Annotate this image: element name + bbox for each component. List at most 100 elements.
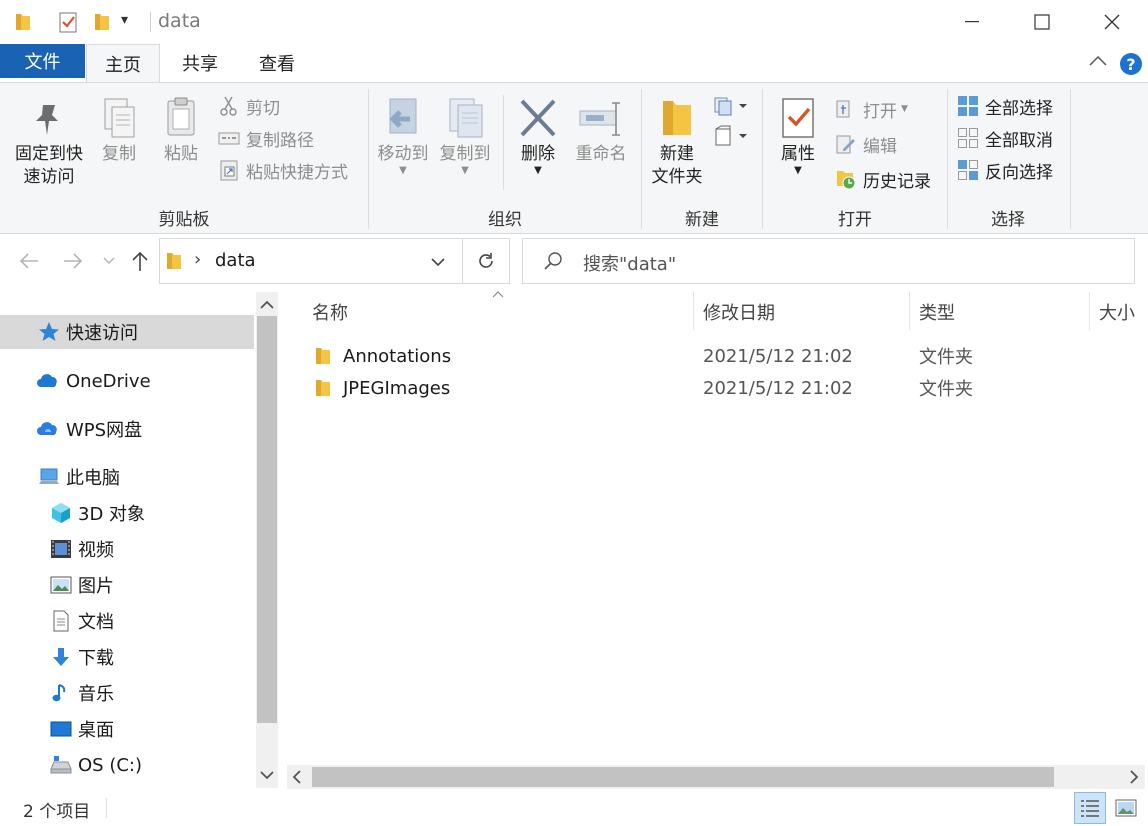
search-box[interactable]: 搜索"data"	[522, 238, 1135, 284]
cube-icon	[52, 503, 70, 523]
item-count: 2 个项目	[23, 802, 91, 822]
file-list-horizontal-scrollbar[interactable]	[287, 765, 1145, 789]
help-button[interactable]: ?	[1119, 52, 1143, 76]
copy-path-button[interactable]: 复制路径	[218, 124, 314, 152]
close-icon	[1104, 14, 1120, 30]
properties-quick-icon[interactable]	[58, 11, 78, 33]
rename-button[interactable]: 重命名	[570, 95, 632, 166]
open-button[interactable]: 打开 ▼	[835, 95, 908, 123]
scroll-right-button[interactable]	[1129, 770, 1139, 784]
delete-button[interactable]: 删除 ▼	[512, 95, 564, 176]
column-separator[interactable]	[693, 292, 694, 330]
sidebar-item-os-c[interactable]: OS (C:)	[50, 748, 142, 782]
back-button[interactable]	[18, 250, 40, 272]
horizontal-scroll-thumb[interactable]	[312, 767, 1054, 787]
sidebar-item-wps-drive[interactable]: WPS网盘	[36, 412, 142, 446]
column-separator[interactable]	[909, 292, 910, 330]
copy-to-button[interactable]: 复制到 ▼	[436, 95, 494, 176]
sidebar-scroll-thumb[interactable]	[257, 316, 277, 723]
select-none-button[interactable]: 全部取消	[957, 124, 1053, 152]
forward-button[interactable]	[62, 250, 84, 272]
copy-button[interactable]: 复制	[94, 95, 144, 166]
title-bar: ▾ data	[0, 0, 1148, 44]
edit-button[interactable]: 编辑	[835, 130, 897, 158]
new-item-button[interactable]	[713, 95, 749, 117]
paste-shortcut-button[interactable]: 粘贴快捷方式	[218, 156, 348, 184]
pin-icon	[36, 105, 58, 135]
details-view-button[interactable]	[1074, 792, 1106, 824]
address-bar[interactable]: › data	[159, 238, 510, 284]
select-all-button[interactable]: 全部选择	[957, 92, 1053, 120]
address-history-dropdown[interactable]	[430, 256, 446, 268]
paste-button[interactable]: 粘贴	[156, 95, 206, 166]
title-separator	[150, 12, 151, 32]
paste-shortcut-icon	[220, 160, 238, 181]
sidebar-item-pictures[interactable]: 图片	[50, 568, 114, 602]
column-header-type[interactable]: 类型	[919, 290, 955, 334]
chevron-down-icon	[431, 258, 445, 267]
sidebar-item-music[interactable]: 音乐	[50, 676, 114, 710]
sidebar-item-onedrive[interactable]: OneDrive	[36, 364, 151, 398]
details-view-icon	[1081, 800, 1099, 817]
tab-view[interactable]: 查看	[241, 44, 313, 82]
column-header-modified[interactable]: 修改日期	[703, 290, 775, 334]
copy-to-icon	[449, 98, 483, 138]
search-input[interactable]: 搜索"data"	[583, 250, 676, 276]
file-name: Annotations	[343, 345, 452, 367]
picture-icon	[50, 576, 72, 594]
refresh-icon	[479, 253, 493, 268]
arrow-left-icon	[19, 253, 38, 269]
chevron-up-icon	[260, 300, 274, 309]
column-header-name[interactable]: 名称	[312, 290, 348, 334]
sidebar-item-videos[interactable]: 视频	[50, 532, 114, 566]
table-row[interactable]: Annotations 2021/5/12 21:02 文件夹	[300, 340, 1120, 372]
sort-ascending-icon	[492, 290, 504, 298]
new-group-label: 新建	[685, 210, 719, 230]
sidebar-item-documents[interactable]: 文档	[50, 604, 114, 638]
address-divider	[462, 239, 463, 283]
sidebar-item-downloads[interactable]: 下载	[50, 640, 114, 674]
breadcrumb-data[interactable]: data	[215, 250, 256, 271]
new-folder-button[interactable]: 新建 文件夹	[645, 95, 709, 189]
column-header-size[interactable]: 大小	[1099, 290, 1139, 334]
close-button[interactable]	[1077, 0, 1147, 44]
scroll-left-button[interactable]	[292, 770, 302, 784]
refresh-button[interactable]	[476, 251, 496, 271]
column-separator[interactable]	[1089, 292, 1090, 330]
move-to-button[interactable]: 移动到 ▼	[374, 95, 432, 176]
easy-access-button[interactable]	[713, 125, 749, 147]
navigation-pane: 快速访问 OneDrive WPS网盘 此电脑 3D 对象 视频 图片 文档 下…	[0, 290, 280, 790]
copy-to-dropdown-icon: ▼	[461, 165, 469, 176]
recent-locations-button[interactable]	[103, 256, 115, 266]
sidebar-item-3d-objects[interactable]: 3D 对象	[50, 496, 145, 530]
maximize-button[interactable]	[1007, 0, 1077, 44]
move-to-dropdown-icon: ▼	[399, 165, 407, 176]
sidebar-item-quick-access[interactable]: 快速访问	[0, 315, 254, 349]
new-folder-quick-icon[interactable]	[93, 12, 111, 32]
cut-button[interactable]: 剪切	[218, 92, 280, 120]
clipboard-group-label: 剪贴板	[158, 210, 210, 230]
scroll-up-button[interactable]	[260, 300, 274, 310]
invert-selection-button[interactable]: 反向选择	[957, 156, 1053, 184]
customize-quick-access-dropdown[interactable]: ▾	[121, 12, 128, 28]
large-icons-view-icon	[1115, 799, 1137, 817]
sidebar-item-this-pc[interactable]: 此电脑	[38, 460, 120, 494]
scroll-down-button[interactable]	[260, 770, 274, 780]
collapse-ribbon-button[interactable]	[1088, 54, 1108, 68]
tab-file[interactable]: 文件	[0, 44, 85, 78]
history-button[interactable]: 历史记录	[835, 165, 931, 193]
cloud-icon	[37, 374, 57, 387]
large-icons-view-button[interactable]	[1110, 792, 1142, 824]
minimize-button[interactable]	[937, 0, 1007, 44]
sidebar-item-desktop[interactable]: 桌面	[50, 712, 114, 746]
tab-share[interactable]: 共享	[164, 44, 236, 82]
sidebar-scrollbar[interactable]	[256, 292, 278, 788]
up-button[interactable]	[129, 250, 151, 272]
properties-button[interactable]: 属性 ▼	[770, 95, 826, 176]
organize-group-label: 组织	[488, 210, 522, 230]
table-row[interactable]: JPEGImages 2021/5/12 21:02 文件夹	[300, 372, 1120, 404]
folder-icon	[314, 372, 332, 404]
group-separator	[1070, 89, 1071, 229]
pin-to-quick-access-button[interactable]: 固定到快 速访问	[10, 99, 88, 189]
tab-home[interactable]: 主页	[86, 44, 160, 83]
